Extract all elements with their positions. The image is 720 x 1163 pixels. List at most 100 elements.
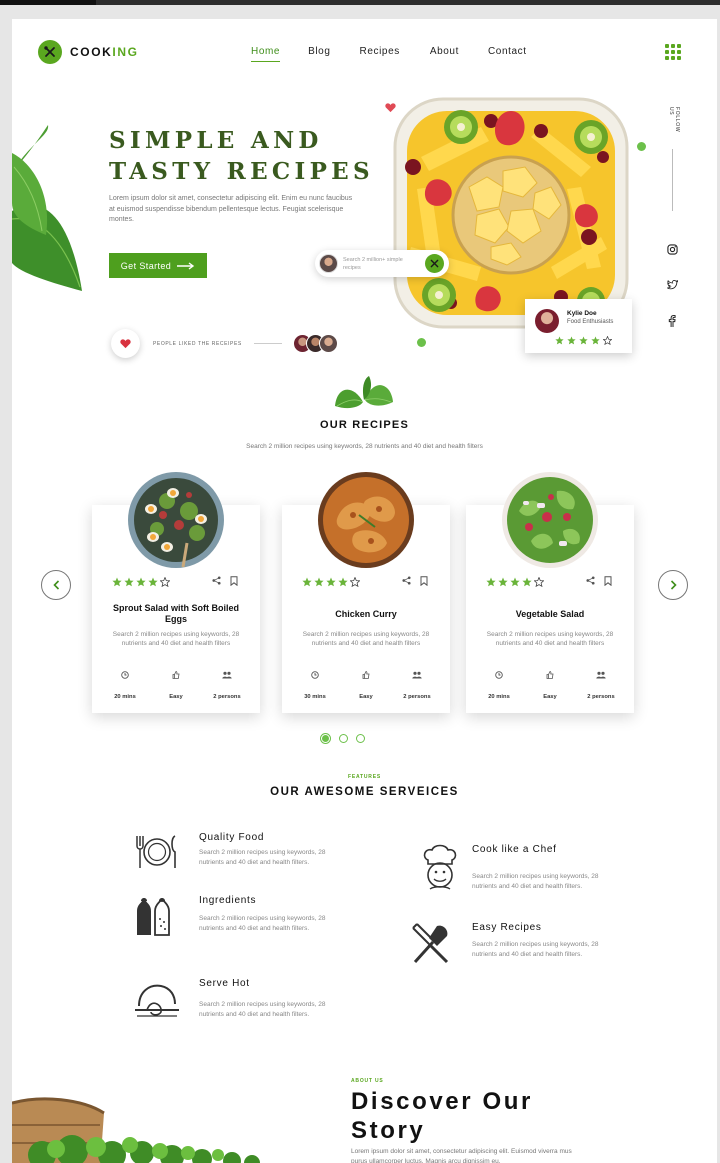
fruit-bowl-image bbox=[393, 97, 629, 329]
avatar bbox=[319, 254, 338, 273]
about-text: Lorem ipsum dolor sit amet, consectetur … bbox=[351, 1148, 572, 1163]
search-pill-text: Search 2 million+ simple recipes bbox=[343, 256, 403, 271]
recipe-description: Search 2 million recipes using keywords,… bbox=[302, 631, 430, 647]
sprout-salad-image bbox=[128, 472, 224, 568]
carousel-next-button[interactable] bbox=[658, 570, 688, 600]
cloche-icon bbox=[135, 984, 179, 1017]
star-empty-icon bbox=[350, 577, 360, 587]
logo[interactable]: COOKING bbox=[38, 40, 139, 64]
browser-tab-strip bbox=[0, 0, 96, 5]
recipe-rating bbox=[302, 577, 360, 587]
nav-contact[interactable]: Contact bbox=[488, 46, 527, 62]
recipe-persons: 2 persons bbox=[587, 694, 615, 700]
service-title: Ingredients bbox=[199, 895, 257, 906]
star-filled-icon bbox=[112, 577, 122, 587]
thumbs-up-icon bbox=[546, 671, 554, 679]
recipe-card[interactable]: Vegetable Salad Search 2 million recipes… bbox=[466, 472, 634, 713]
star-filled-icon bbox=[579, 336, 588, 345]
service-title: Serve Hot bbox=[199, 978, 250, 989]
recipes-subtitle: Search 2 million recipes using keywords,… bbox=[246, 443, 483, 450]
bookmark-icon[interactable] bbox=[230, 576, 238, 586]
grid-menu-icon[interactable] bbox=[665, 44, 681, 60]
avatar-stack bbox=[292, 334, 338, 353]
spatula-fork-icon bbox=[412, 923, 449, 964]
decor-dot bbox=[417, 338, 426, 347]
recipe-time: 20 mins bbox=[114, 694, 136, 700]
recipe-card[interactable]: Chicken Curry Search 2 million recipes u… bbox=[282, 472, 450, 713]
recipe-description: Search 2 million recipes using keywords,… bbox=[112, 631, 240, 647]
recipe-search-pill[interactable]: Search 2 million+ simple recipes bbox=[315, 250, 449, 277]
arrow-right-icon bbox=[177, 261, 195, 270]
basil-leaves-image bbox=[335, 376, 393, 409]
star-filled-icon bbox=[498, 577, 508, 587]
features-kicker: FEATURES bbox=[348, 774, 381, 780]
star-filled-icon bbox=[148, 577, 158, 587]
vegetable-basket-image bbox=[12, 1097, 260, 1163]
star-filled-icon bbox=[326, 577, 336, 587]
recipe-meta: 20 mins Easy 2 persons bbox=[474, 671, 626, 703]
service-description: Search 2 million recipes using keywords,… bbox=[199, 849, 326, 867]
divider bbox=[672, 149, 673, 211]
service-description: Search 2 million recipes using keywords,… bbox=[472, 873, 599, 891]
hero-title: SIMPLE AND TASTY RECIPES bbox=[109, 127, 374, 185]
carousel-prev-button[interactable] bbox=[41, 570, 71, 600]
bookmark-icon[interactable] bbox=[420, 576, 428, 586]
facebook-icon[interactable] bbox=[665, 315, 679, 327]
instagram-icon[interactable] bbox=[665, 244, 679, 255]
hero-description: Lorem ipsum dolor sit amet, consectetur … bbox=[109, 195, 353, 223]
recipe-meta: 20 mins Easy 2 persons bbox=[100, 671, 252, 703]
like-button[interactable] bbox=[111, 329, 140, 358]
star-empty-icon bbox=[534, 577, 544, 587]
recipe-persons: 2 persons bbox=[213, 694, 241, 700]
recipe-title: Sprout Salad with Soft Boiled Eggs bbox=[113, 603, 239, 624]
recipe-description: Search 2 million recipes using keywords,… bbox=[486, 631, 614, 647]
nav-blog[interactable]: Blog bbox=[308, 46, 330, 62]
star-filled-icon bbox=[314, 577, 324, 587]
recipes-title: OUR RECIPES bbox=[320, 419, 409, 431]
avatar bbox=[535, 309, 559, 333]
pagination-dot[interactable] bbox=[339, 734, 348, 743]
clock-icon bbox=[311, 671, 319, 679]
star-empty-icon bbox=[160, 577, 170, 587]
follow-us-label: FOLLOW US bbox=[668, 107, 680, 133]
page: COOKING Home Blog Recipes About Contact … bbox=[12, 19, 717, 1163]
star-filled-icon bbox=[302, 577, 312, 587]
bookmark-icon[interactable] bbox=[604, 576, 612, 586]
share-icon[interactable] bbox=[402, 576, 411, 585]
nav-recipes[interactable]: Recipes bbox=[360, 46, 400, 62]
recipe-card[interactable]: Sprout Salad with Soft Boiled Eggs Searc… bbox=[92, 472, 260, 713]
divider bbox=[253, 343, 282, 344]
spoon-fork-icon bbox=[425, 254, 444, 273]
service-title: Cook like a Chef bbox=[472, 844, 557, 855]
brand-name-accent: ING bbox=[112, 45, 139, 59]
thumbs-up-icon bbox=[362, 671, 370, 679]
nav-about[interactable]: About bbox=[430, 46, 459, 62]
get-started-button[interactable]: Get Started bbox=[109, 253, 207, 278]
twitter-icon[interactable] bbox=[665, 280, 679, 290]
recipe-rating bbox=[486, 577, 544, 587]
chicken-curry-image bbox=[318, 472, 414, 568]
share-icon[interactable] bbox=[212, 576, 221, 585]
star-filled-icon bbox=[522, 577, 532, 587]
recipe-title: Chicken Curry bbox=[335, 609, 397, 619]
share-icon[interactable] bbox=[586, 576, 595, 585]
service-title: Easy Recipes bbox=[472, 922, 542, 933]
star-filled-icon bbox=[591, 336, 600, 345]
recipe-level: Easy bbox=[169, 694, 183, 700]
service-description: Search 2 million recipes using keywords,… bbox=[472, 941, 599, 959]
service-title: Quality Food bbox=[199, 832, 265, 843]
star-filled-icon bbox=[555, 336, 564, 345]
pagination-dot-active[interactable] bbox=[320, 733, 331, 744]
recipe-level: Easy bbox=[543, 694, 557, 700]
pagination-dot[interactable] bbox=[356, 734, 365, 743]
nav-home[interactable]: Home bbox=[251, 46, 281, 62]
salt-pepper-icon bbox=[137, 898, 170, 936]
get-started-label: Get Started bbox=[120, 260, 172, 271]
plate-cutlery-icon bbox=[136, 835, 176, 868]
recipe-rating bbox=[112, 577, 170, 587]
heart-icon bbox=[120, 338, 131, 348]
chevron-right-icon bbox=[670, 580, 677, 590]
star-filled-icon bbox=[567, 336, 576, 345]
spoon-fork-icon bbox=[38, 40, 62, 64]
review-rating bbox=[555, 336, 612, 345]
